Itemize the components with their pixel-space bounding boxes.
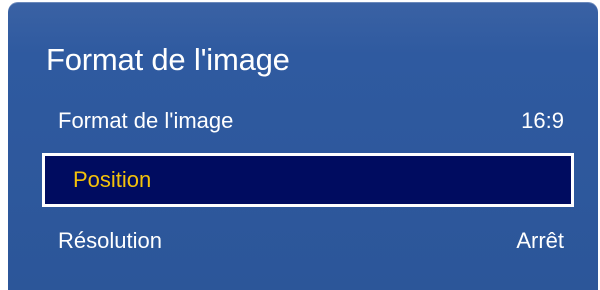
menu-item-value: 16:9 <box>521 108 564 133</box>
menu-item-label: Format de l'image <box>58 108 234 133</box>
menu-item-picture-size[interactable]: Format de l'image 16:9 <box>42 94 574 148</box>
menu-item-label: Résolution <box>58 228 162 253</box>
menu-item-label: Position <box>73 167 152 192</box>
menu-item-position[interactable]: Position <box>42 153 574 207</box>
menu-item-value: Arrêt <box>516 228 564 253</box>
picture-size-menu-panel: Format de l'image Format de l'image 16:9… <box>8 2 598 290</box>
menu-item-resolution[interactable]: Résolution Arrêt <box>42 214 574 268</box>
menu-title: Format de l'image <box>46 42 290 77</box>
